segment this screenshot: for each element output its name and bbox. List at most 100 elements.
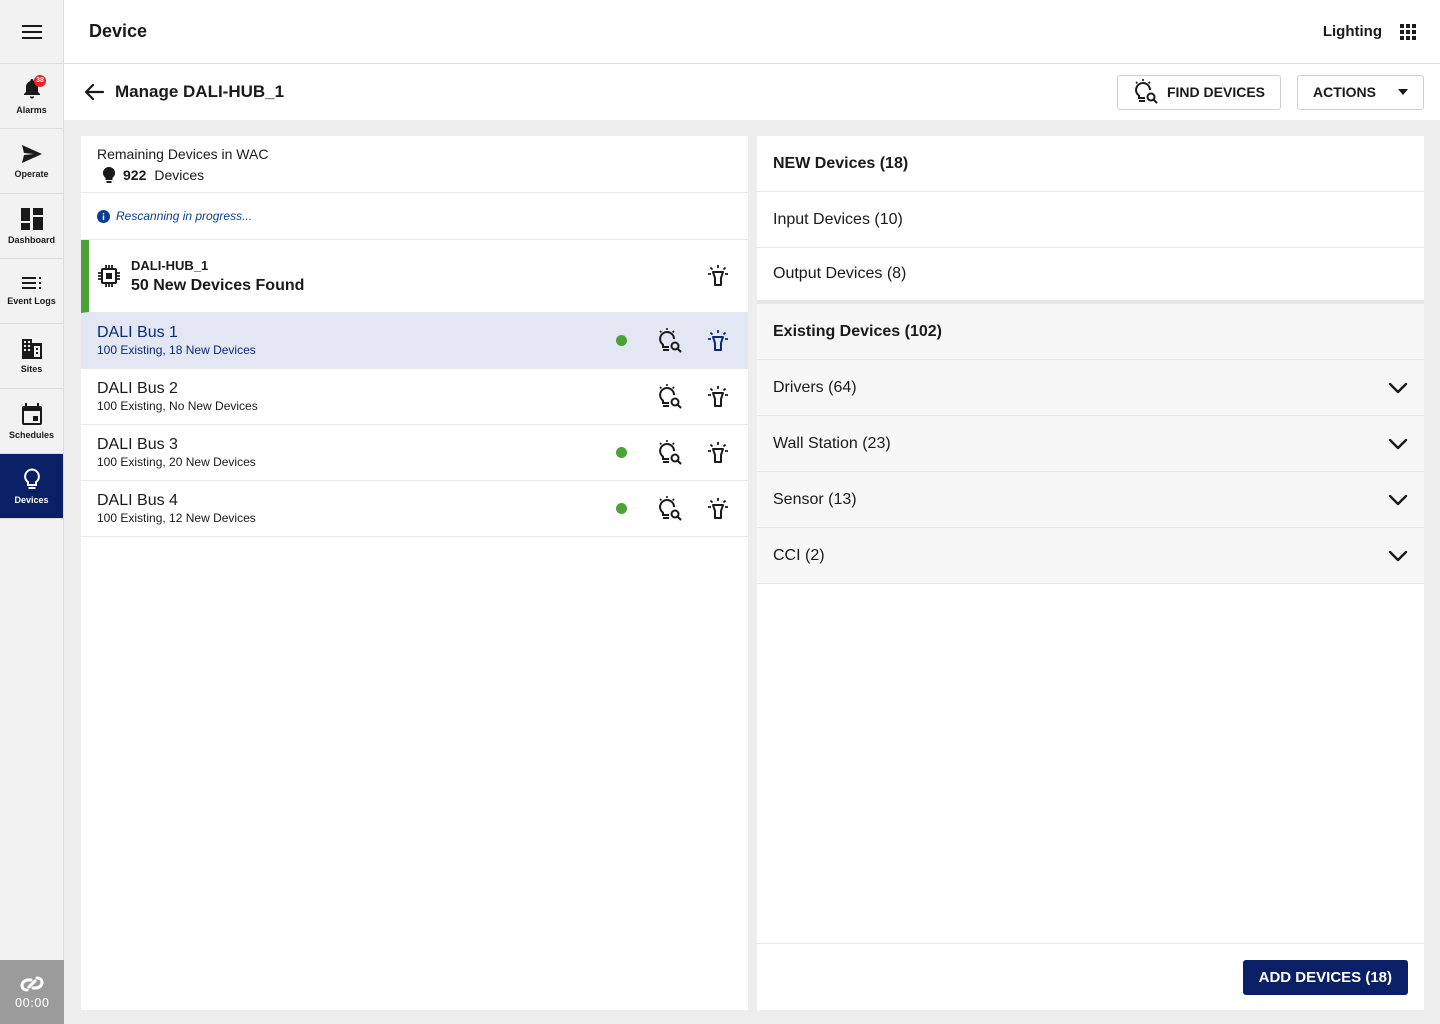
menu-button[interactable]	[0, 0, 63, 64]
nav-item-operate[interactable]: Operate	[0, 129, 63, 194]
existing-group-cci[interactable]: CCI (2)	[757, 528, 1424, 584]
page-title: Manage DALI-HUB_1	[115, 82, 285, 101]
bus-subtitle: 100 Existing, No New Devices	[97, 399, 258, 413]
alarm-count-badge: 38	[34, 75, 46, 87]
hub-name: DALI-HUB_1	[131, 257, 209, 273]
chip-icon	[98, 265, 120, 287]
flash-identify-icon	[708, 385, 728, 407]
find-device-icon	[659, 327, 682, 352]
app-name[interactable]: Lighting	[1323, 23, 1382, 40]
new-group-input-devices[interactable]: Input Devices (10)	[757, 192, 1424, 248]
existing-group-wall-station[interactable]: Wall Station (23)	[757, 416, 1424, 472]
chevron-down-icon	[1388, 550, 1408, 561]
find-bus-devices-button[interactable]	[656, 383, 684, 411]
bus-row[interactable]: DALI Bus 1 100 Existing, 18 New Devices	[81, 313, 748, 369]
find-bus-devices-button[interactable]	[656, 439, 684, 467]
group-label: Output Devices (8)	[773, 265, 907, 282]
hamburger-icon	[21, 24, 42, 39]
nav-label: Sites	[20, 363, 43, 374]
flash-identify-icon	[708, 497, 728, 519]
add-devices-button[interactable]: ADD DEVICES (18)	[1242, 959, 1408, 995]
find-device-icon	[659, 439, 682, 464]
nav-item-sites[interactable]: Sites	[0, 324, 63, 389]
new-devices-indicator	[616, 503, 627, 514]
new-devices-indicator	[616, 391, 627, 402]
find-bus-devices-button[interactable]	[656, 327, 684, 355]
identify-bus-button[interactable]	[704, 439, 732, 467]
nav-item-alarms[interactable]: 38 Alarms	[0, 64, 63, 129]
bus-row[interactable]: DALI Bus 4 100 Existing, 12 New Devices	[81, 481, 748, 537]
bus-list: DALI Bus 1 100 Existing, 18 New Devices …	[81, 313, 748, 537]
nav-label: Alarms	[16, 104, 47, 115]
nav-label: Event Logs	[7, 295, 56, 306]
group-label: Input Devices (10)	[773, 210, 903, 228]
send-icon	[21, 144, 42, 163]
actions-dropdown[interactable]: ACTIONS	[1297, 74, 1424, 110]
nav-label: Schedules	[8, 429, 55, 440]
remaining-count: 922	[123, 167, 147, 183]
bulb-icon	[103, 167, 115, 183]
group-label: Drivers (64)	[773, 378, 857, 396]
flash-identify-icon	[708, 329, 728, 351]
link-icon	[20, 976, 44, 991]
bus-row[interactable]: DALI Bus 2 100 Existing, No New Devices	[81, 369, 748, 425]
dashboard-icon	[20, 207, 43, 230]
caret-down-icon	[1398, 89, 1408, 95]
nav-item-devices[interactable]: Devices	[0, 454, 63, 519]
building-icon	[21, 338, 42, 359]
new-group-output-devices[interactable]: Output Devices (8)	[757, 248, 1424, 304]
bus-row[interactable]: DALI Bus 3 100 Existing, 20 New Devices	[81, 425, 748, 481]
scan-status-text: Rescanning in progress...	[116, 209, 253, 223]
find-device-icon	[659, 383, 682, 408]
bus-subtitle: 100 Existing, 12 New Devices	[97, 511, 256, 525]
group-label: CCI (2)	[773, 546, 825, 564]
header-title: Device	[89, 21, 148, 41]
existing-devices-header[interactable]: Existing Devices (102)	[757, 304, 1424, 360]
nav-item-dashboard[interactable]: Dashboard	[0, 194, 63, 259]
new-devices-indicator	[616, 335, 627, 346]
group-label: Wall Station (23)	[773, 434, 891, 452]
nav-label: Dashboard	[7, 234, 55, 245]
panel-footer: ADD DEVICES (18)	[757, 943, 1424, 1010]
remaining-label: Remaining Devices in WAC	[97, 146, 269, 162]
arrow-left-icon	[84, 83, 104, 101]
remaining-devices: Remaining Devices in WAC 922 Devices	[81, 136, 748, 193]
back-button[interactable]	[82, 80, 106, 104]
chevron-down-icon	[1388, 494, 1408, 505]
chevron-down-icon	[1388, 382, 1408, 393]
nav-label: Devices	[14, 494, 49, 505]
bus-subtitle: 100 Existing, 18 New Devices	[97, 343, 256, 357]
nav-item-event-logs[interactable]: Event Logs	[0, 259, 63, 324]
find-bus-devices-button[interactable]	[656, 495, 684, 523]
actions-label: ACTIONS	[1313, 84, 1376, 100]
session-timer[interactable]: 00:00	[0, 960, 64, 1024]
bus-name: DALI Bus 2	[97, 380, 178, 397]
find-devices-button[interactable]: FIND DEVICES	[1116, 74, 1281, 110]
devices-panel: NEW Devices (18) Input Devices (10) Outp…	[757, 136, 1424, 1010]
find-device-icon	[1135, 79, 1158, 104]
group-label: Sensor (13)	[773, 490, 857, 508]
hub-row[interactable]: DALI-HUB_1 50 New Devices Found	[81, 240, 748, 313]
identify-bus-button[interactable]	[704, 495, 732, 523]
existing-devices-label: Existing Devices (102)	[773, 322, 942, 340]
new-devices-label: NEW Devices (18)	[773, 154, 909, 172]
list-icon	[21, 276, 41, 289]
new-devices-header[interactable]: NEW Devices (18)	[757, 136, 1424, 192]
nav-item-schedules[interactable]: Schedules	[0, 389, 63, 454]
app-grid-icon[interactable]	[1400, 23, 1416, 40]
identify-hub-button[interactable]	[704, 262, 732, 290]
identify-bus-button[interactable]	[704, 327, 732, 355]
calendar-icon	[21, 402, 42, 425]
existing-devices-section: Existing Devices (102) Drivers (64) Wall…	[757, 304, 1424, 584]
find-device-icon	[659, 495, 682, 520]
bus-name: DALI Bus 4	[97, 492, 178, 509]
identify-bus-button[interactable]	[704, 383, 732, 411]
existing-group-sensor[interactable]: Sensor (13)	[757, 472, 1424, 528]
flash-identify-icon	[708, 441, 728, 463]
top-header: Device Lighting	[64, 0, 1440, 64]
bus-name: DALI Bus 1	[97, 324, 178, 341]
scan-status: Rescanning in progress...	[81, 193, 748, 240]
flash-identify-icon	[708, 265, 728, 286]
side-nav: 38 Alarms Operate Dashboard Event Logs S…	[0, 0, 64, 1024]
existing-group-drivers[interactable]: Drivers (64)	[757, 360, 1424, 416]
